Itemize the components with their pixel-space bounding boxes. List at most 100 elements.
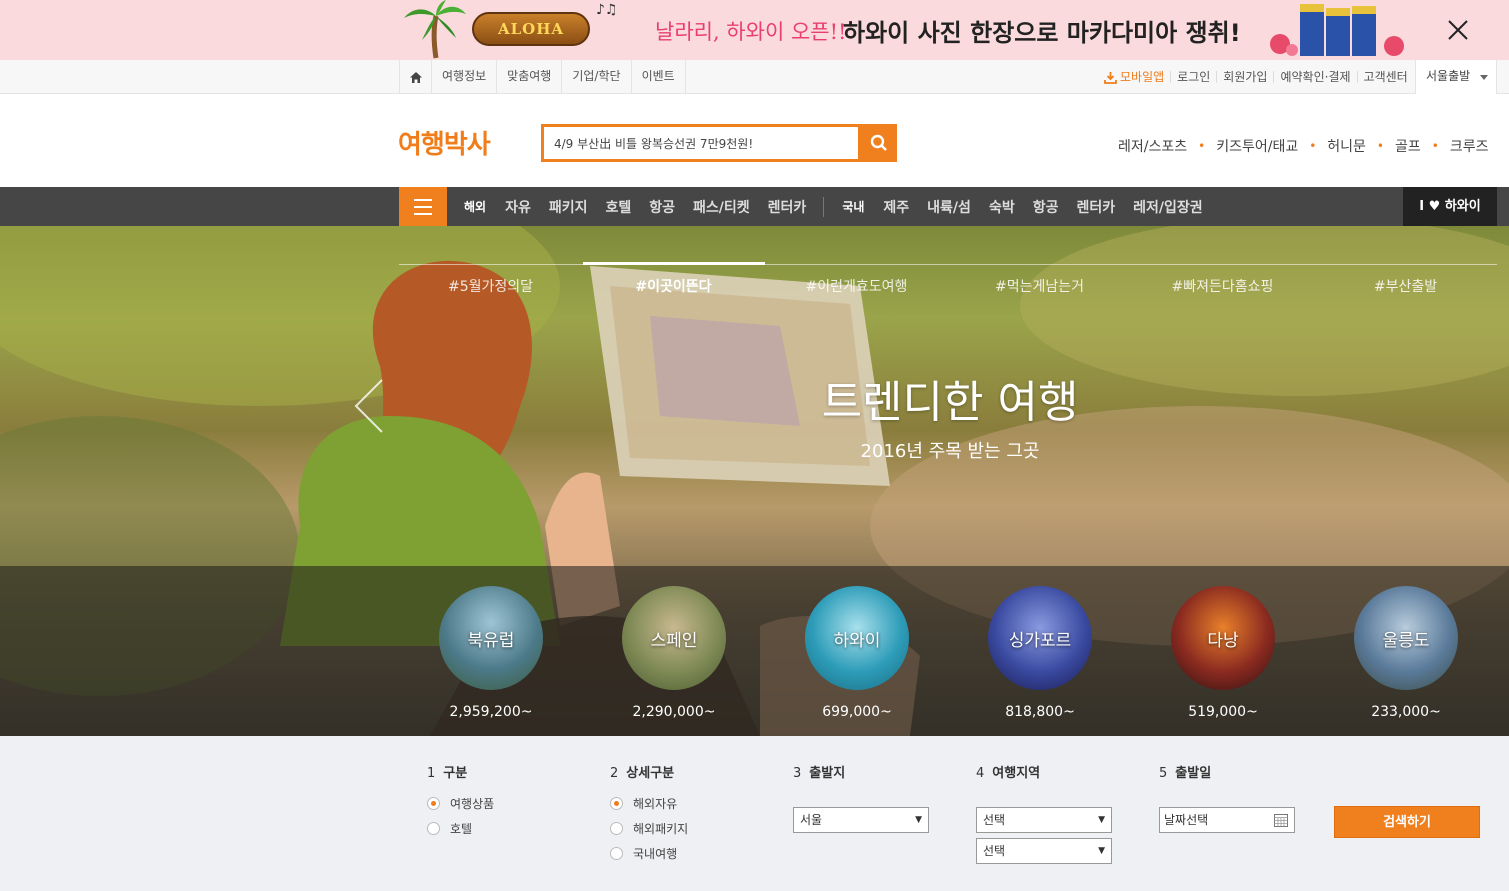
utility-bar: 여행정보 맞춤여행 기업/학단 이벤트 모바일앱 로그인 회원가입 예약확인·결… <box>0 60 1509 94</box>
nav-heading-domestic[interactable]: 국내 <box>832 198 874 215</box>
util-link-mobile-app[interactable]: 모바일앱 <box>1098 71 1170 84</box>
destination-price: 519,000~ <box>1188 704 1258 720</box>
destination-image: 다낭 <box>1171 586 1275 690</box>
nav-item-package[interactable]: 패키지 <box>540 197 597 217</box>
region-select-1[interactable]: 선택 <box>976 807 1112 833</box>
hashtag-divider <box>399 264 1497 265</box>
hashtag-tab[interactable]: #부산출발 <box>1314 276 1497 296</box>
radio-unchecked <box>610 847 623 860</box>
radio-hotel[interactable]: 호텔 <box>427 820 494 837</box>
chevron-left-icon[interactable] <box>350 376 390 436</box>
nav-item-rentcar[interactable]: 렌터카 <box>759 197 816 217</box>
promo-headline: 하와이 사진 한장으로 마카다미아 쟁취! <box>843 19 1241 47</box>
hashtag-tabs: #5월가정의달 #이곳이뜬다 #이런게효도여행 #먹는게남는거 #빠져든다홈쇼핑… <box>399 276 1497 296</box>
util-link-reservation[interactable]: 예약확인·결제 <box>1273 71 1356 83</box>
search-submit-button[interactable]: 검색하기 <box>1334 806 1480 838</box>
date-picker-field[interactable]: 날짜선택 <box>1159 807 1295 833</box>
destination-name: 싱가포르 <box>1008 630 1072 651</box>
destination-price: 2,290,000~ <box>632 704 716 720</box>
header-link-honeymoon[interactable]: 허니문 <box>1327 136 1366 156</box>
home-button[interactable] <box>400 60 432 94</box>
nav-divider <box>823 196 825 217</box>
radio-overseas-package[interactable]: 해외패키지 <box>610 820 688 837</box>
promo-banner[interactable]: ALOHA ♪♫ 날라리, 하와이 오픈!! 하와이 사진 한장으로 마카다미아… <box>0 0 1509 60</box>
search-icon <box>870 134 887 151</box>
nav-item-lodging[interactable]: 숙박 <box>980 197 1024 217</box>
nav-item-domestic-rentcar[interactable]: 렌터카 <box>1067 197 1124 217</box>
destination-item[interactable]: 하와이 699,000~ <box>805 586 909 720</box>
nav-item-hotel[interactable]: 호텔 <box>597 197 641 217</box>
hamburger-menu-button[interactable] <box>399 187 447 226</box>
form-step-heading: 5 출발일 <box>1159 766 1212 781</box>
hashtag-tab-active[interactable]: #이곳이뜬다 <box>582 276 765 296</box>
destination-item[interactable]: 스페인 2,290,000~ <box>622 586 726 720</box>
form-step-type: 1 구분 여행상품 호텔 <box>427 762 494 837</box>
hashtag-active-indicator <box>583 262 765 265</box>
detail-radio-group: 해외자유 해외패키지 국내여행 <box>610 795 688 862</box>
header-link-golf[interactable]: 골프 <box>1395 136 1421 156</box>
hawaii-button[interactable]: I ♥ 하와이 <box>1403 187 1497 226</box>
hashtag-tab[interactable]: #이런게효도여행 <box>765 276 948 296</box>
radio-checked <box>610 797 623 810</box>
radio-overseas-free[interactable]: 해외자유 <box>610 795 688 812</box>
utility-left-menu: 여행정보 맞춤여행 기업/학단 이벤트 <box>399 60 686 94</box>
chevron-down-icon <box>1480 75 1488 80</box>
form-step-detail: 2 상세구분 해외자유 해외패키지 국내여행 <box>610 762 688 862</box>
util-link-events[interactable]: 이벤트 <box>632 60 686 94</box>
departure-city-select[interactable]: 서울출발 <box>1415 60 1497 94</box>
destination-name: 다낭 <box>1207 630 1239 651</box>
departure-city-value: 서울출발 <box>1426 69 1471 83</box>
header-link-cruise[interactable]: 크루즈 <box>1450 136 1489 156</box>
nav-item-jeju[interactable]: 제주 <box>874 197 918 217</box>
hashtag-tab[interactable]: #5월가정의달 <box>399 276 582 296</box>
header-links: 레저/스포츠 • 키즈투어/태교 • 허니문 • 골프 • 크루즈 <box>1118 136 1488 156</box>
header-link-leisure[interactable]: 레저/스포츠 <box>1118 136 1187 156</box>
destination-price: 233,000~ <box>1371 704 1441 720</box>
mobile-app-label: 모바일앱 <box>1120 70 1165 84</box>
palm-tree-icon <box>404 0 466 59</box>
destination-name: 스페인 <box>650 630 698 651</box>
util-link-signup[interactable]: 회원가입 <box>1216 71 1273 83</box>
util-link-corporate[interactable]: 기업/학단 <box>562 60 632 94</box>
site-logo[interactable]: 여행박사 <box>398 124 491 161</box>
nav-item-inland-island[interactable]: 내륙/섬 <box>918 197 980 217</box>
promo-script-text: 날라리, 하와이 오픈!! <box>655 20 847 44</box>
form-step-heading: 4 여행지역 <box>976 766 1041 781</box>
nav-heading-overseas[interactable]: 해외 <box>454 198 496 215</box>
destination-image: 북유럽 <box>439 586 543 690</box>
close-icon[interactable] <box>1446 18 1470 42</box>
hashtag-tab[interactable]: #빠져든다홈쇼핑 <box>1131 276 1314 296</box>
util-link-custom-travel[interactable]: 맞춤여행 <box>497 60 563 94</box>
destination-name: 울릉도 <box>1382 630 1430 651</box>
hashtag-tab[interactable]: #먹는게남는거 <box>948 276 1131 296</box>
music-notes-icon: ♪♫ <box>596 2 618 18</box>
destination-name: 하와이 <box>833 630 881 651</box>
nav-item-leisure-tickets[interactable]: 레저/입장권 <box>1124 197 1212 217</box>
form-step-date: 5 출발일 날짜선택 <box>1159 762 1295 833</box>
dot-separator: • <box>1198 139 1206 153</box>
form-step-heading: 3 출발지 <box>793 766 846 781</box>
nav-item-air[interactable]: 항공 <box>640 197 684 217</box>
region-select-2[interactable]: 선택 <box>976 838 1112 864</box>
nav-item-domestic-air[interactable]: 항공 <box>1024 197 1068 217</box>
calendar-icon[interactable] <box>1274 813 1288 827</box>
form-step-heading: 2 상세구분 <box>610 766 675 781</box>
destination-item[interactable]: 싱가포르 818,800~ <box>988 586 1092 720</box>
destination-item[interactable]: 울릉도 233,000~ <box>1354 586 1458 720</box>
search-button[interactable] <box>860 124 897 162</box>
search-input[interactable] <box>541 124 861 162</box>
radio-travel-product[interactable]: 여행상품 <box>427 795 494 812</box>
departure-select[interactable]: 서울 <box>793 807 929 833</box>
travel-search-form: 1 구분 여행상품 호텔 2 상세구분 해외자유 해외패키지 국내여행 3 출발지 서… <box>0 736 1509 891</box>
header-link-kids[interactable]: 키즈투어/태교 <box>1216 136 1298 156</box>
aloha-badge: ALOHA <box>472 12 590 46</box>
nav-item-free[interactable]: 자유 <box>496 197 540 217</box>
util-link-login[interactable]: 로그인 <box>1170 71 1216 83</box>
hero-title: 트렌디한 여행 <box>821 377 1079 428</box>
destination-item[interactable]: 북유럽 2,959,200~ <box>439 586 543 720</box>
util-link-travel-info[interactable]: 여행정보 <box>432 60 498 94</box>
nav-item-pass-ticket[interactable]: 패스/티켓 <box>684 197 759 217</box>
radio-domestic[interactable]: 국내여행 <box>610 845 688 862</box>
destination-item[interactable]: 다낭 519,000~ <box>1171 586 1275 720</box>
util-link-customer-center[interactable]: 고객센터 <box>1356 71 1414 83</box>
